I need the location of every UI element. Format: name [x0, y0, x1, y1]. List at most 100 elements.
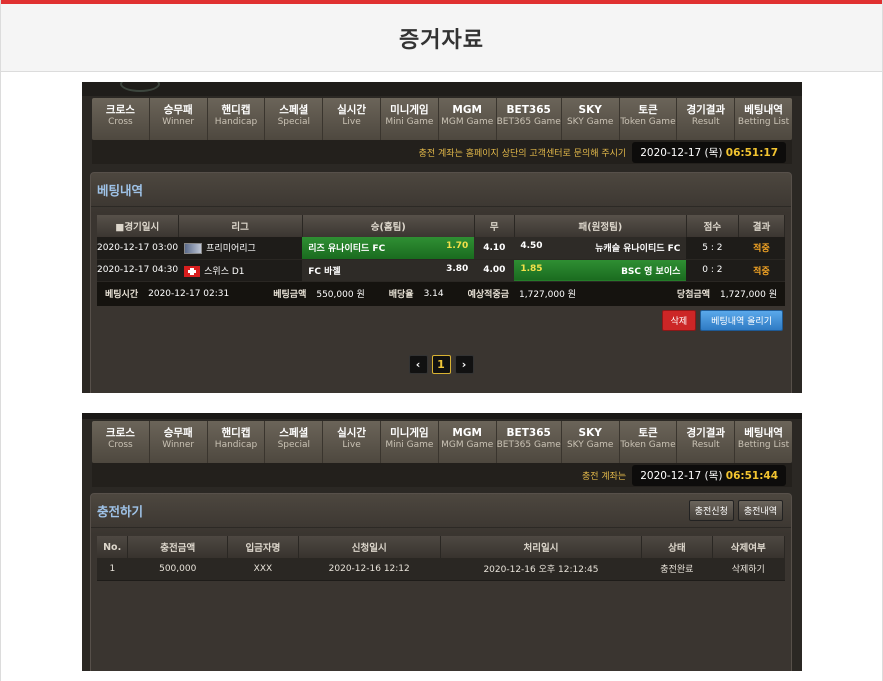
panel-buttons: 충전신청 충전내역: [688, 500, 783, 521]
draw-odd[interactable]: 4.10: [474, 237, 515, 260]
table-row: 2020-12-17 04:30 스위스 D1 FC 바젤 3.80 4.00 1…: [97, 259, 785, 282]
score: 5 : 2: [686, 237, 739, 260]
nav-item-mgm[interactable]: MGM MGM Game: [439, 421, 497, 463]
nav-item-special[interactable]: 스페셜 Special: [265, 98, 324, 140]
swiss-flag-icon: [184, 265, 201, 277]
site-top-strip: [82, 82, 802, 96]
bet-table-header: ■경기일시 리그 승(홈팀) 무 패(원정팀) 점수 결과: [97, 215, 786, 237]
delete-button[interactable]: 삭제: [661, 309, 697, 331]
nav-item-token[interactable]: 토큰 Token Game: [620, 98, 678, 140]
col-header: 무: [474, 215, 515, 237]
result-badge: 적중: [738, 237, 785, 260]
nav-item-sky[interactable]: SKY SKY Game: [562, 421, 620, 463]
panel-title: 충전하기: [97, 504, 144, 519]
result-badge: 적중: [738, 259, 785, 282]
deposit-request-button[interactable]: 충전신청: [688, 500, 734, 521]
premier-league-flag-icon: [184, 243, 203, 255]
nav-item-result[interactable]: 경기결과 Result: [677, 421, 736, 463]
home-team: FC 바젤: [308, 266, 341, 277]
evidence-page: 증거자료 크로스 Cross 승무패 Winner 핸디캡 Handicap 스페셜 S…: [0, 0, 883, 681]
bet-time-label: 베팅시간: [105, 290, 139, 300]
nav-item-winner[interactable]: 승무패 Winner: [150, 98, 208, 140]
league-cell: 스위스 D1: [178, 259, 303, 282]
odds-label: 배당율: [388, 290, 414, 300]
page-title: 증거자료: [399, 27, 484, 53]
away-odd: 1.85: [520, 263, 543, 274]
table-row: 1 500,000 XXX 2020-12-16 12:12 2020-12-1…: [97, 558, 785, 581]
server-clock: 2020-12-17 (목) 06:51:17: [632, 141, 786, 163]
away-odd: 4.50: [520, 241, 543, 252]
upload-bet-button[interactable]: 베팅내역 올리기: [700, 309, 783, 331]
nav-item-bet365[interactable]: BET365 BET365 Game: [497, 98, 562, 140]
league-name: 스위스 D1: [204, 266, 245, 277]
col-header: 처리일시: [440, 536, 643, 558]
nav-item-special[interactable]: 스페셜 Special: [265, 421, 324, 463]
notice-bar: 충전 계좌는 2020-12-17 (목) 06:51:44: [92, 463, 792, 487]
deposit-panel: 충전하기 충전신청 충전내역 No. 충전금액 입금자명 신청일시 처리일시 상…: [90, 493, 792, 671]
nav-item-handicap[interactable]: 핸디캡 Handicap: [208, 421, 266, 463]
away-selection[interactable]: 4.50 뉴캐슬 유나이티드 FC: [514, 237, 687, 260]
delete-row-link[interactable]: 삭제하기: [712, 558, 785, 581]
col-header: 결과: [738, 215, 786, 237]
server-clock: 2020-12-17 (목) 06:51:44: [632, 464, 786, 486]
nav-item-betting-list[interactable]: 베팅내역 Betting List: [735, 98, 792, 140]
nav-item-live[interactable]: 실시간 Live: [323, 98, 381, 140]
processed-at: 2020-12-16 오후 12:12:45: [440, 558, 642, 581]
bet-table-wrap: ■경기일시 리그 승(홈팀) 무 패(원정팀) 점수 결과 2020-12-17…: [97, 215, 786, 306]
clock-date: 2020-12-17 (목): [640, 146, 723, 159]
nav-item-winner[interactable]: 승무패 Winner: [150, 421, 208, 463]
prev-page-icon[interactable]: ‹: [408, 354, 428, 374]
panel-title: 베팅내역: [97, 183, 144, 198]
next-page-icon[interactable]: ›: [454, 354, 474, 374]
nav-item-token[interactable]: 토큰 Token Game: [620, 421, 678, 463]
deposit-history-button[interactable]: 충전내역: [737, 500, 783, 521]
page-header: 증거자료: [1, 4, 882, 72]
nav-item-minigame[interactable]: 미니게임 Mini Game: [381, 98, 439, 140]
game-nav: 크로스 Cross 승무패 Winner 핸디캡 Handicap 스페셜 Specia…: [92, 98, 792, 140]
score: 0 : 2: [686, 259, 739, 282]
clock-time: 06:51:44: [725, 469, 778, 482]
notice-bar: 충전 계좌는 홈페이지 상단의 고객센터로 문의해 주시기 2020-12-17…: [92, 140, 792, 164]
col-header: 점수: [686, 215, 739, 237]
col-header: 상태: [641, 536, 713, 558]
nav-item-sky[interactable]: SKY SKY Game: [562, 98, 620, 140]
col-header: ■경기일시: [97, 215, 179, 237]
game-nav: 크로스 Cross 승무패 Winner 핸디캡 Handicap 스페셜 Specia…: [92, 421, 792, 463]
home-selection[interactable]: 리즈 유나이티드 FC 1.70: [302, 237, 475, 260]
bet-time-value: 2020-12-17 02:31: [148, 288, 230, 299]
draw-odd[interactable]: 4.00: [474, 259, 515, 282]
depositor-name: XXX: [227, 558, 299, 581]
away-team: BSC 영 보이스: [621, 266, 681, 277]
bet-actions: 삭제 베팅내역 올리기: [91, 306, 791, 331]
notice-text: 충전 계좌는 홈페이지 상단의 고객센터로 문의해 주시기: [418, 148, 627, 159]
col-header: 리그: [178, 215, 303, 237]
bet-summary: 베팅시간 2020-12-17 02:31 베팅금액 550,000 원 배당율…: [97, 281, 785, 306]
nav-item-result[interactable]: 경기결과 Result: [677, 98, 736, 140]
betting-history-panel: 베팅내역 ■경기일시 리그 승(홈팀) 무 패(원정팀) 점수 결과 2020-…: [90, 172, 792, 393]
nav-item-minigame[interactable]: 미니게임 Mini Game: [381, 421, 439, 463]
nav-item-bet365[interactable]: BET365 BET365 Game: [497, 421, 562, 463]
col-header: 입금자명: [227, 536, 299, 558]
match-date: 2020-12-17 04:30: [97, 259, 179, 282]
nav-item-live[interactable]: 실시간 Live: [323, 421, 381, 463]
nav-item-handicap[interactable]: 핸디캡 Handicap: [208, 98, 266, 140]
nav-item-cross[interactable]: 크로스 Cross: [92, 421, 150, 463]
row-number: 1: [97, 558, 128, 581]
site-top-strip: [82, 413, 802, 419]
match-date: 2020-12-17 03:00: [97, 237, 179, 260]
page-number-button[interactable]: 1: [431, 354, 451, 374]
home-selection[interactable]: FC 바젤 3.80: [302, 259, 475, 282]
away-selection[interactable]: 1.85 BSC 영 보이스: [514, 259, 687, 282]
nav-item-cross[interactable]: 크로스 Cross: [92, 98, 150, 140]
col-header: 승(홈팀): [302, 215, 475, 237]
col-header: No.: [97, 536, 129, 558]
win-amount-value: 1,727,000 원: [720, 290, 777, 300]
status-badge: 충전완료: [641, 558, 713, 581]
deposit-amount: 500,000: [127, 558, 228, 581]
nav-item-betting-list[interactable]: 베팅내역 Betting List: [735, 421, 792, 463]
home-odd: 3.80: [446, 263, 469, 274]
clock-date: 2020-12-17 (목): [640, 469, 723, 482]
odds-value: 3.14: [423, 288, 444, 299]
nav-item-mgm[interactable]: MGM MGM Game: [439, 98, 497, 140]
home-team: 리즈 유나이티드 FC: [308, 244, 386, 255]
